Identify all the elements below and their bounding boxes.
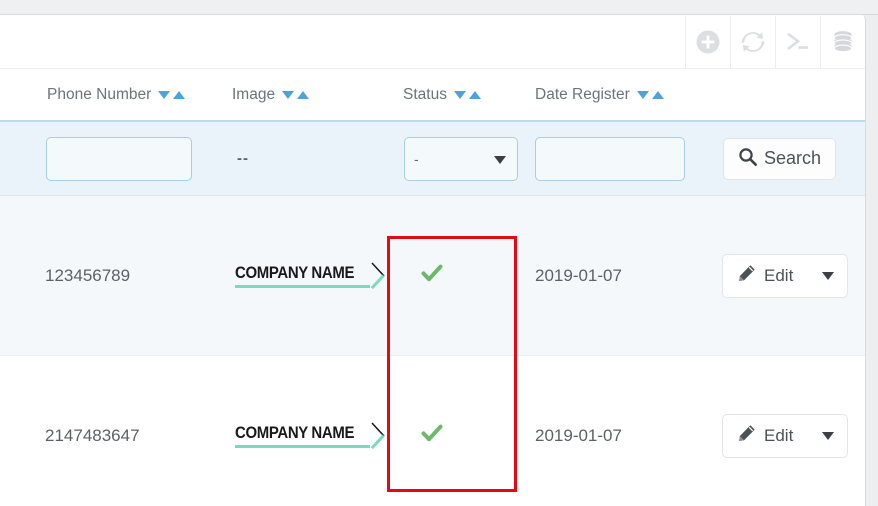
refresh-button[interactable] xyxy=(730,16,775,68)
table-filter-row: -- - Search xyxy=(0,122,865,196)
data-table: Phone Number Image Status Date Register … xyxy=(0,69,865,506)
sort-asc-icon[interactable] xyxy=(297,90,310,99)
cell-actions: Edit xyxy=(708,356,865,506)
company-logo: COMPANY NAME xyxy=(235,262,385,290)
company-logo-underline xyxy=(235,445,371,448)
filter-status-select[interactable]: - xyxy=(404,136,518,181)
database-button[interactable] xyxy=(820,16,865,68)
column-header-status-label: Status xyxy=(403,85,447,103)
cell-phone: 2147483647 xyxy=(45,425,140,445)
sort-desc-icon[interactable] xyxy=(282,90,295,99)
add-icon xyxy=(695,29,721,55)
column-header-date-register-label: Date Register xyxy=(535,85,630,103)
company-logo-text: COMPANY NAME xyxy=(235,423,355,442)
filter-status-value: - xyxy=(414,150,419,167)
sort-controls-image[interactable] xyxy=(282,90,310,99)
column-header-date-register[interactable]: Date Register xyxy=(518,86,708,104)
search-icon xyxy=(738,147,757,171)
chevron-down-icon xyxy=(822,271,835,280)
pencil-icon xyxy=(738,264,756,287)
status-active-check-icon xyxy=(420,421,444,450)
chevron-right-icon xyxy=(371,422,385,450)
company-logo: COMPANY NAME xyxy=(235,422,385,450)
company-logo-text: COMPANY NAME xyxy=(235,263,355,282)
status-active-check-icon xyxy=(420,261,444,290)
sort-asc-icon[interactable] xyxy=(651,90,664,99)
column-header-image[interactable]: Image xyxy=(228,86,388,104)
cell-actions: Edit xyxy=(708,196,865,355)
filter-cell-actions: Search xyxy=(708,137,865,180)
add-button[interactable] xyxy=(685,16,730,68)
content-panel: Phone Number Image Status Date Register … xyxy=(0,15,866,506)
sort-asc-icon[interactable] xyxy=(468,90,481,99)
column-header-phone[interactable]: Phone Number xyxy=(0,86,228,104)
cell-status xyxy=(388,196,518,355)
filter-date-register-input[interactable] xyxy=(535,136,685,181)
sort-asc-icon[interactable] xyxy=(173,90,186,99)
filter-cell-phone xyxy=(0,136,228,181)
terminal-icon xyxy=(785,29,811,55)
edit-button-label: Edit xyxy=(764,425,794,445)
terminal-button[interactable] xyxy=(775,16,820,68)
sort-controls-date-register[interactable] xyxy=(636,90,664,99)
search-button-label: Search xyxy=(764,148,822,168)
filter-cell-image: -- xyxy=(228,150,388,167)
sort-desc-icon[interactable] xyxy=(636,90,649,99)
column-header-phone-label: Phone Number xyxy=(47,85,152,103)
sort-desc-icon[interactable] xyxy=(158,90,171,99)
filter-phone-input[interactable] xyxy=(46,136,192,181)
filter-cell-date-register xyxy=(518,136,708,181)
sort-controls-phone[interactable] xyxy=(158,90,186,99)
sort-controls-status[interactable] xyxy=(453,90,481,99)
search-button[interactable]: Search xyxy=(723,137,837,180)
sort-desc-icon[interactable] xyxy=(453,90,466,99)
edit-button[interactable]: Edit xyxy=(723,255,809,297)
cell-image: COMPANY NAME xyxy=(228,356,388,506)
chevron-down-icon xyxy=(494,155,506,164)
edit-button[interactable]: Edit xyxy=(723,415,809,457)
grid-toolbar xyxy=(685,16,865,68)
column-header-image-label: Image xyxy=(232,85,276,103)
window-top-bar xyxy=(0,0,878,15)
refresh-icon xyxy=(740,29,766,55)
cell-date-register: 2019-01-07 xyxy=(535,265,622,285)
table-header-row: Phone Number Image Status Date Register xyxy=(0,69,865,122)
edit-split-button[interactable]: Edit xyxy=(722,253,849,298)
app-screen: Phone Number Image Status Date Register … xyxy=(0,0,878,506)
cell-date-register: 2019-01-07 xyxy=(535,425,622,445)
cell-status xyxy=(388,356,518,506)
edit-dropdown-toggle[interactable] xyxy=(809,255,847,297)
edit-split-button[interactable]: Edit xyxy=(722,413,849,458)
cell-image: COMPANY NAME xyxy=(228,196,388,355)
edit-dropdown-toggle[interactable] xyxy=(809,415,847,457)
column-header-status[interactable]: Status xyxy=(388,86,518,104)
table-row[interactable]: 123456789 COMPANY NAME 2019-01-07 Edit xyxy=(0,196,865,356)
database-icon xyxy=(830,29,856,55)
chevron-right-icon xyxy=(371,262,385,290)
pencil-icon xyxy=(738,424,756,447)
cell-phone: 123456789 xyxy=(45,265,131,285)
table-row[interactable]: 2147483647 COMPANY NAME 2019-01-07 Edit xyxy=(0,356,865,506)
chevron-down-icon xyxy=(822,431,835,440)
company-logo-underline xyxy=(235,285,371,288)
filter-image-placeholder: -- xyxy=(237,150,249,167)
edit-button-label: Edit xyxy=(764,265,794,285)
filter-cell-status: - xyxy=(388,136,518,181)
